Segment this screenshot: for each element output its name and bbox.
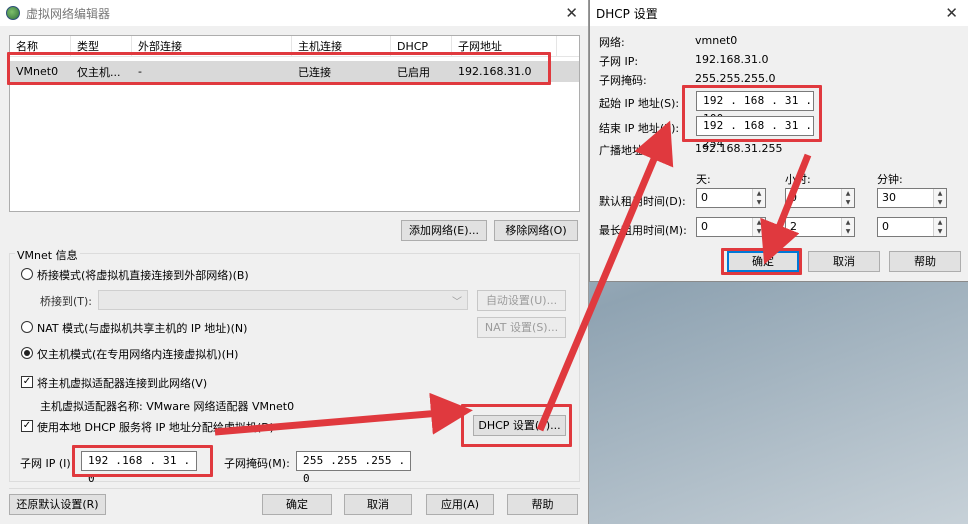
- default-lease-label: 默认租用时间(D):: [599, 195, 686, 208]
- cell-external: -: [138, 65, 142, 78]
- close-icon[interactable]: ✕: [945, 4, 958, 22]
- days-label: 天:: [696, 173, 711, 186]
- network-list-header: 名称 类型 外部连接 主机连接 DHCP 子网地址: [10, 36, 579, 57]
- connect-adapter-label: 将主机虚拟适配器连接到此网络(V): [37, 377, 208, 390]
- ok-button[interactable]: 确定: [262, 494, 332, 515]
- subnet-mask-input[interactable]: 255 .255 .255 . 0: [296, 451, 411, 485]
- main-window-title: 虚拟网络编辑器: [26, 6, 111, 21]
- subnet-ip-label: 子网 IP (I):: [20, 457, 75, 470]
- bridge-to-select[interactable]: ﹀: [98, 290, 468, 310]
- dhcp-ok-button[interactable]: 确定: [727, 251, 799, 272]
- adapter-name-text: 主机虚拟适配器名称: VMware 网络适配器 VMnet0: [40, 400, 295, 413]
- cancel-button[interactable]: 取消: [344, 494, 412, 515]
- dhcp-help-button[interactable]: 帮助: [889, 251, 961, 272]
- vmnet-info-group: [9, 253, 580, 482]
- end-ip-input[interactable]: 192 . 168 . 31 . 254: [696, 116, 814, 150]
- column-header-dhcp[interactable]: DHCP: [391, 36, 452, 56]
- nat-mode-radio[interactable]: [21, 321, 33, 333]
- max-lease-hours-stepper[interactable]: 2 ▲ ▼: [785, 217, 855, 237]
- end-ip-label: 结束 IP 地址(E):: [599, 122, 680, 135]
- column-header-external[interactable]: 外部连接: [132, 36, 292, 56]
- host-only-radio[interactable]: [21, 347, 33, 359]
- add-network-button[interactable]: 添加网络(E)...: [401, 220, 487, 241]
- subnet-ip-label: 子网 IP:: [599, 55, 639, 68]
- stepper-arrows-icon[interactable]: ▲ ▼: [933, 218, 946, 236]
- stepper-arrows-icon[interactable]: ▲ ▼: [752, 218, 765, 236]
- start-ip-label: 起始 IP 地址(S):: [599, 97, 680, 110]
- restore-defaults-button[interactable]: 还原默认设置(R): [9, 494, 106, 515]
- remove-network-button[interactable]: 移除网络(O): [494, 220, 578, 241]
- network-value: vmnet0: [695, 34, 738, 47]
- default-lease-hours-value: 0: [790, 191, 797, 204]
- broadcast-label: 广播地址:: [599, 144, 647, 157]
- bridge-mode-radio[interactable]: [21, 268, 33, 280]
- max-lease-minutes-stepper[interactable]: 0 ▲ ▼: [877, 217, 947, 237]
- connect-adapter-checkbox[interactable]: ✓: [21, 376, 33, 388]
- default-lease-minutes-value: 30: [882, 191, 896, 204]
- column-header-type[interactable]: 类型: [71, 36, 132, 56]
- cell-host: 已连接: [298, 65, 331, 79]
- max-lease-days-stepper[interactable]: 0 ▲ ▼: [696, 217, 766, 237]
- network-list[interactable]: 名称 类型 外部连接 主机连接 DHCP 子网地址 VMnet0 仅主机... …: [9, 35, 580, 212]
- cell-dhcp: 已启用: [397, 65, 430, 79]
- column-header-host[interactable]: 主机连接: [292, 36, 391, 56]
- virtual-network-editor-window: 虚拟网络编辑器 ✕ 名称 类型 外部连接 主机连接 DHCP 子网地址 VMne…: [0, 0, 589, 524]
- chevron-down-icon: ﹀: [452, 297, 462, 308]
- dhcp-titlebar: DHCP 设置 ✕: [590, 0, 968, 26]
- auto-settings-button[interactable]: 自动设置(U)...: [477, 290, 566, 311]
- host-only-label: 仅主机模式(在专用网络内连接虚拟机)(H): [37, 348, 239, 361]
- dhcp-settings-button[interactable]: DHCP 设置(P)...: [473, 415, 566, 436]
- table-row[interactable]: VMnet0 仅主机... - 已连接 已启用 192.168.31.0: [10, 61, 579, 82]
- subnet-mask-label: 子网掩码:: [599, 74, 647, 87]
- dhcp-cancel-button[interactable]: 取消: [808, 251, 880, 272]
- default-lease-hours-stepper[interactable]: 0 ▲ ▼: [785, 188, 855, 208]
- start-ip-input[interactable]: 192 . 168 . 31 . 100: [696, 91, 814, 125]
- dhcp-settings-dialog: DHCP 设置 ✕ 网络: vmnet0 子网 IP: 192.168.31.0…: [589, 0, 968, 282]
- vmnet-info-label: VMnet 信息: [15, 247, 80, 263]
- use-dhcp-label: 使用本地 DHCP 服务将 IP 地址分配给虚拟机(D): [37, 421, 274, 434]
- subnet-ip-input[interactable]: 192 .168 . 31 . 0: [81, 451, 197, 485]
- hours-label: 小时:: [785, 173, 811, 186]
- cell-name: VMnet0: [16, 65, 59, 78]
- subnet-mask-value: 255.255.255.0: [695, 72, 776, 85]
- column-header-subnet[interactable]: 子网地址: [452, 36, 557, 56]
- max-lease-hours-value: 2: [790, 220, 797, 233]
- broadcast-value: 192.168.31.255: [695, 142, 783, 155]
- max-lease-label: 最长租用时间(M):: [599, 224, 687, 237]
- divider: [9, 488, 580, 489]
- bridge-to-label: 桥接到(T):: [40, 295, 93, 308]
- nat-mode-label: NAT 模式(与虚拟机共享主机的 IP 地址)(N): [37, 322, 248, 335]
- help-button[interactable]: 帮助: [507, 494, 578, 515]
- cell-type: 仅主机...: [77, 65, 121, 79]
- max-lease-days-value: 0: [701, 220, 708, 233]
- stepper-arrows-icon[interactable]: ▲ ▼: [752, 189, 765, 207]
- close-icon[interactable]: ✕: [565, 4, 578, 22]
- bridge-mode-label: 桥接模式(将虚拟机直接连接到外部网络)(B): [37, 269, 249, 282]
- subnet-ip-value: 192.168.31.0: [695, 53, 769, 66]
- cell-subnet: 192.168.31.0: [458, 65, 532, 78]
- stepper-arrows-icon[interactable]: ▲ ▼: [841, 218, 854, 236]
- main-titlebar: 虚拟网络编辑器 ✕: [0, 0, 588, 26]
- nat-settings-button[interactable]: NAT 设置(S)...: [477, 317, 566, 338]
- subnet-mask-label: 子网掩码(M):: [224, 457, 290, 470]
- stepper-arrows-icon[interactable]: ▲ ▼: [933, 189, 946, 207]
- apply-button[interactable]: 应用(A): [426, 494, 494, 515]
- minutes-label: 分钟:: [877, 173, 903, 186]
- stepper-arrows-icon[interactable]: ▲ ▼: [841, 189, 854, 207]
- column-header-name[interactable]: 名称: [10, 36, 71, 56]
- default-lease-days-stepper[interactable]: 0 ▲ ▼: [696, 188, 766, 208]
- network-globe-icon: [6, 6, 20, 20]
- use-dhcp-checkbox[interactable]: ✓: [21, 420, 33, 432]
- max-lease-minutes-value: 0: [882, 220, 889, 233]
- default-lease-days-value: 0: [701, 191, 708, 204]
- dhcp-dialog-title: DHCP 设置: [596, 6, 658, 21]
- default-lease-minutes-stepper[interactable]: 30 ▲ ▼: [877, 188, 947, 208]
- network-label: 网络:: [599, 36, 625, 49]
